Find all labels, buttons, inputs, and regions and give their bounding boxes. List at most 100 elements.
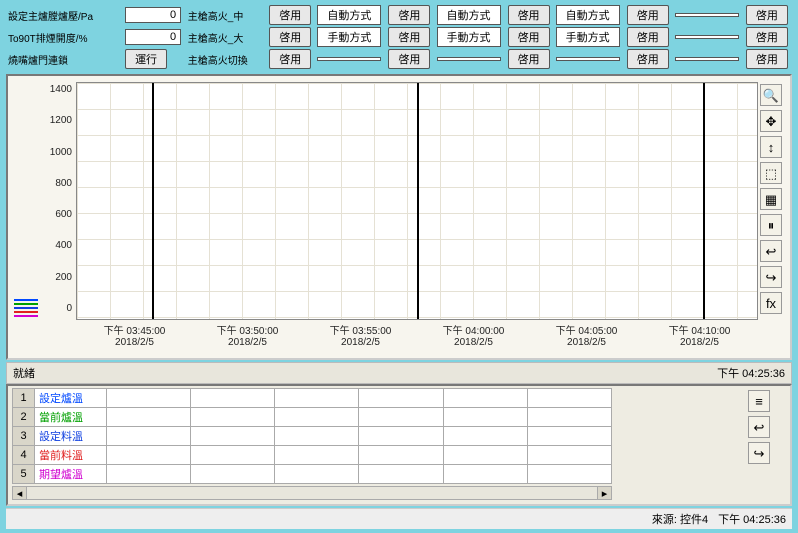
legend-toolbar: ≡ ↩ ↪	[746, 388, 786, 500]
x-tick: 下午 04:00:002018/2/5	[417, 322, 530, 354]
legend-index: 5	[13, 465, 35, 484]
legend-swatch	[14, 315, 38, 317]
enable-button-c0[interactable]: 啓用	[508, 5, 550, 25]
y-tick: 1400	[50, 84, 72, 95]
y-tick: 0	[66, 303, 72, 314]
x-tick: 下午 03:50:002018/2/5	[191, 322, 304, 354]
time-cursor[interactable]	[152, 83, 154, 319]
legend-row[interactable]: 3設定料溫	[13, 427, 612, 446]
param-value-1[interactable]: 0	[125, 29, 181, 45]
enable-button-a1[interactable]: 啓用	[269, 27, 311, 47]
enable-button-b1[interactable]: 啓用	[388, 27, 430, 47]
series-color-stub	[12, 82, 40, 354]
mode-field-d2	[675, 57, 739, 61]
zoom-icon[interactable]: 🔍	[760, 84, 782, 106]
mode-field-b1: 手動方式	[437, 27, 501, 47]
interlock-run-button[interactable]: 運行	[125, 49, 167, 69]
legend-table: 1設定爐溫2當前爐溫3設定料溫4當前料溫5期望爐溫	[12, 388, 612, 484]
status-text: 就緒	[13, 365, 35, 381]
param-label-1: To90T排煙開度/%	[8, 30, 121, 45]
time-cursor[interactable]	[417, 83, 419, 319]
gun-label-1: 主槍高火_大	[188, 30, 266, 45]
select-icon[interactable]: ⬚	[760, 162, 782, 184]
legend-index: 1	[13, 389, 35, 408]
mode-field-b0: 自動方式	[437, 5, 501, 25]
param-value-0[interactable]: 0	[125, 7, 181, 23]
enable-button-b2[interactable]: 啓用	[388, 49, 430, 69]
pan-icon[interactable]: ✥	[760, 110, 782, 132]
time-cursor[interactable]	[703, 83, 705, 319]
param-label-2: 燒嘴爐門連鎖	[8, 52, 121, 67]
legend-swatch	[14, 299, 38, 301]
legend-panel: 1設定爐溫2當前爐溫3設定料溫4當前料溫5期望爐溫 ◂ ▸ ≡ ↩ ↪	[6, 384, 792, 506]
gun-label-0: 主槍高火_中	[188, 8, 266, 23]
legend-name: 當前料溫	[35, 446, 107, 465]
legend-name: 設定料溫	[35, 427, 107, 446]
x-tick: 下午 04:10:002018/2/5	[643, 322, 756, 354]
legend-swatch	[14, 303, 38, 305]
fit-y-icon[interactable]: ↕	[760, 136, 782, 158]
enable-button-e2[interactable]: 啓用	[746, 49, 788, 69]
footer-time: 下午 04:25:36	[718, 511, 786, 527]
x-axis: 下午 03:45:002018/2/5下午 03:50:002018/2/5下午…	[76, 320, 758, 354]
legend-row[interactable]: 4當前料溫	[13, 446, 612, 465]
chart-toolbar: 🔍 ✥ ↕ ⬚ ▦ ⏸ ↩ ↪ fx	[758, 82, 786, 354]
x-tick: 下午 04:05:002018/2/5	[530, 322, 643, 354]
status-bar: 就緒 下午 04:25:36	[6, 362, 792, 384]
y-tick: 1000	[50, 147, 72, 158]
pause-icon[interactable]: ⏸	[760, 214, 782, 236]
scroll-right-button[interactable]: ▸	[597, 487, 611, 499]
y-tick: 600	[55, 209, 72, 220]
undo-icon[interactable]: ↩	[748, 416, 770, 438]
legend-row[interactable]: 5期望爐溫	[13, 465, 612, 484]
undo-icon[interactable]: ↩	[760, 240, 782, 262]
x-tick: 下午 03:45:002018/2/5	[78, 322, 191, 354]
mode-field-a2	[317, 57, 381, 61]
y-tick: 200	[55, 272, 72, 283]
enable-button-b0[interactable]: 啓用	[388, 5, 430, 25]
legend-name: 當前爐溫	[35, 408, 107, 427]
enable-button-a0[interactable]: 啓用	[269, 5, 311, 25]
enable-button-d1[interactable]: 啓用	[627, 27, 669, 47]
legend-row[interactable]: 2當前爐溫	[13, 408, 612, 427]
mode-field-c1: 手動方式	[556, 27, 620, 47]
mode-field-b2	[437, 57, 501, 61]
legend-index: 2	[13, 408, 35, 427]
enable-button-a2[interactable]: 啓用	[269, 49, 311, 69]
plot-area[interactable]	[76, 82, 758, 320]
enable-button-c2[interactable]: 啓用	[508, 49, 550, 69]
y-tick: 800	[55, 178, 72, 189]
legend-row[interactable]: 1設定爐溫	[13, 389, 612, 408]
legend-swatch	[14, 307, 38, 309]
control-grid: 設定主爐膛爐壓/Pa0主槍高火_中啓用自動方式啓用自動方式啓用自動方式啓用啓用T…	[6, 4, 792, 70]
enable-button-e0[interactable]: 啓用	[746, 5, 788, 25]
legend-index: 3	[13, 427, 35, 446]
enable-button-d0[interactable]: 啓用	[627, 5, 669, 25]
footer-source: 來源: 控件4	[652, 511, 708, 527]
enable-button-e1[interactable]: 啓用	[746, 27, 788, 47]
legend-name: 期望爐溫	[35, 465, 107, 484]
mode-field-a1: 手動方式	[317, 27, 381, 47]
mode-field-c2	[556, 57, 620, 61]
param-label-0: 設定主爐膛爐壓/Pa	[8, 8, 121, 23]
y-axis: 1400120010008006004002000	[40, 82, 76, 354]
x-tick: 下午 03:55:002018/2/5	[304, 322, 417, 354]
mode-field-d0	[675, 13, 739, 17]
trend-chart-panel: 找答案 1400120010008006004002000 下午 03:45:0…	[6, 74, 792, 360]
gun-label-2: 主槍高火切換	[188, 52, 266, 67]
redo-icon[interactable]: ↪	[748, 442, 770, 464]
enable-button-c1[interactable]: 啓用	[508, 27, 550, 47]
legend-swatch	[14, 311, 38, 313]
legend-name: 設定爐溫	[35, 389, 107, 408]
mode-field-a0: 自動方式	[317, 5, 381, 25]
legend-scrollbar[interactable]: ◂ ▸	[12, 486, 612, 500]
function-icon[interactable]: fx	[760, 292, 782, 314]
legend-index: 4	[13, 446, 35, 465]
grid-icon[interactable]: ▦	[760, 188, 782, 210]
enable-button-d2[interactable]: 啓用	[627, 49, 669, 69]
y-tick: 1200	[50, 115, 72, 126]
columns-icon[interactable]: ≡	[748, 390, 770, 412]
redo-icon[interactable]: ↪	[760, 266, 782, 288]
scroll-left-button[interactable]: ◂	[13, 487, 27, 499]
footer-bar: 來源: 控件4 下午 04:25:36	[6, 508, 792, 529]
